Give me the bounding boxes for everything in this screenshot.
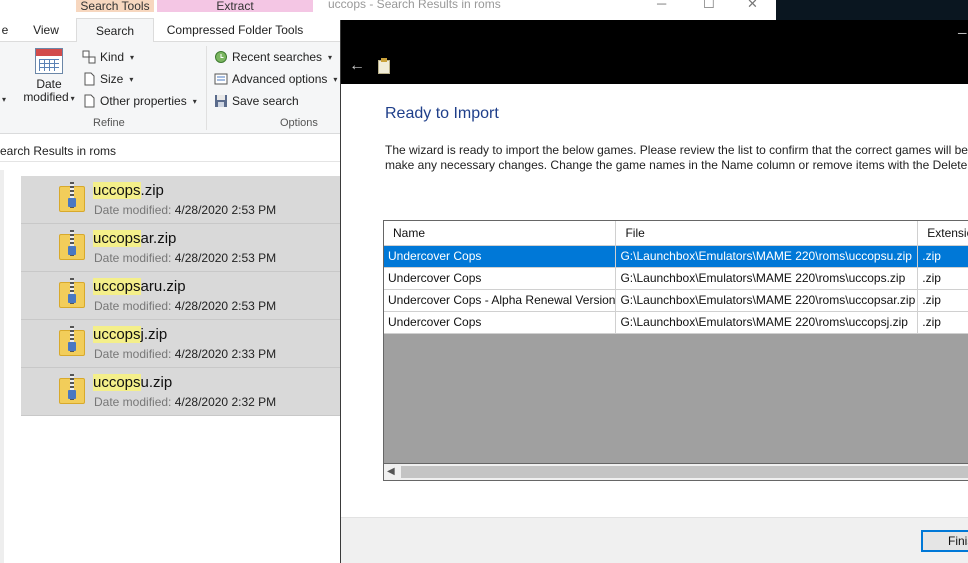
game-row[interactable]: Undercover Cops G:\Launchbox\Emulators\M…	[384, 267, 968, 290]
wizard-nav-bar: ←	[341, 53, 968, 83]
game-ext-cell[interactable]: .zip	[917, 245, 968, 268]
explorer-window-title: uccops - Search Results in roms	[328, 0, 501, 11]
other-properties-label: Other properties	[100, 94, 187, 108]
tab-compressed-folder-tools[interactable]: Compressed Folder Tools	[157, 18, 313, 42]
finish-button[interactable]: Finish	[921, 530, 968, 552]
column-header-file[interactable]: File	[615, 221, 919, 246]
wizard-description: The wizard is ready to import the below …	[385, 143, 968, 172]
game-name-cell[interactable]: Undercover Cops	[384, 245, 617, 268]
maximize-icon[interactable]: ☐	[703, 0, 715, 12]
game-file-cell[interactable]: G:\Launchbox\Emulators\MAME 220\roms\ucc…	[615, 267, 919, 290]
address-bar[interactable]: earch Results in roms	[0, 140, 340, 162]
wizard-footer: Finish	[341, 517, 968, 563]
tab-view[interactable]: View	[26, 18, 66, 42]
advanced-options-icon	[214, 73, 228, 85]
tab-search[interactable]: Search	[76, 18, 154, 43]
size-icon	[84, 72, 95, 86]
wizard-title: Ready to Import	[385, 105, 499, 122]
save-search-button[interactable]: Save search	[214, 94, 299, 108]
file-item[interactable]: uccopsaru.zip Date modified: 4/28/2020 2…	[21, 272, 351, 320]
refine-group-label: Refine	[93, 117, 125, 129]
ribbon-left-caret[interactable]: ▾	[0, 95, 6, 104]
extract-context-label: Extract	[157, 0, 313, 12]
recent-searches-button[interactable]: Recent searches ▾	[214, 50, 332, 64]
kind-button[interactable]: Kind ▾	[82, 50, 134, 64]
game-ext-cell[interactable]: .zip	[917, 311, 968, 334]
game-file-cell[interactable]: G:\Launchbox\Emulators\MAME 220\roms\ucc…	[615, 311, 919, 334]
file-name: uccopsaru.zip	[93, 278, 186, 295]
kind-icon	[82, 50, 96, 64]
other-properties-button[interactable]: Other properties ▾	[82, 94, 197, 108]
recent-searches-label: Recent searches	[232, 50, 323, 64]
scroll-left-icon[interactable]: ◀	[387, 464, 395, 480]
close-icon[interactable]: ✕	[747, 0, 758, 12]
date-modified-button[interactable]: Date modified ▾	[20, 48, 78, 105]
kind-label: Kind	[100, 50, 125, 64]
file-name: uccops.zip	[93, 182, 164, 199]
file-item[interactable]: uccopsj.zip Date modified: 4/28/2020 2:3…	[21, 320, 351, 368]
zip-folder-icon	[59, 230, 87, 262]
file-item[interactable]: uccopsu.zip Date modified: 4/28/2020 2:3…	[21, 368, 351, 416]
tab-home-partial[interactable]: e	[0, 18, 10, 42]
explorer-title-bar: Search Tools Extract uccops - Search Res…	[0, 0, 776, 18]
save-icon	[215, 95, 227, 107]
file-name: uccopsj.zip	[93, 326, 168, 343]
file-date-modified: Date modified: 4/28/2020 2:32 PM	[94, 395, 277, 409]
column-header-name[interactable]: Name	[384, 221, 617, 246]
grid-header-row: Name File Extensio	[384, 221, 968, 246]
size-label: Size	[100, 72, 124, 86]
advanced-options-button[interactable]: Advanced options ▾	[214, 72, 337, 86]
game-row[interactable]: Undercover Cops - Alpha Renewal Version …	[384, 289, 968, 312]
search-tools-context-label: Search Tools	[76, 0, 154, 12]
game-name-cell[interactable]: Undercover Cops	[384, 311, 617, 334]
recent-searches-icon	[215, 51, 227, 63]
calendar-icon	[35, 48, 63, 74]
advanced-options-label: Advanced options	[232, 72, 328, 86]
save-search-label: Save search	[232, 94, 299, 108]
game-file-cell[interactable]: G:\Launchbox\Emulators\MAME 220\roms\ucc…	[615, 245, 919, 268]
file-name: uccopsu.zip	[93, 374, 173, 391]
game-name-cell[interactable]: Undercover Cops	[384, 267, 617, 290]
wizard-header: ─ ←	[341, 20, 968, 84]
date-modified-label: Date modified	[23, 77, 69, 104]
ribbon-separator	[206, 46, 207, 130]
search-results-list: uccops.zip Date modified: 4/28/2020 2:53…	[21, 176, 351, 416]
file-date-modified: Date modified: 4/28/2020 2:33 PM	[94, 347, 277, 361]
zip-folder-icon	[59, 374, 87, 406]
games-grid: Name File Extensio Undercover Cops G:\La…	[383, 220, 968, 464]
zip-folder-icon	[59, 182, 87, 214]
zip-folder-icon	[59, 278, 87, 310]
game-row[interactable]: Undercover Cops G:\Launchbox\Emulators\M…	[384, 245, 968, 268]
minimize-icon[interactable]: ─	[657, 0, 666, 11]
file-item[interactable]: uccopsar.zip Date modified: 4/28/2020 2:…	[21, 224, 351, 272]
file-date-modified: Date modified: 4/28/2020 2:53 PM	[94, 251, 277, 265]
document-icon	[84, 94, 95, 108]
zip-folder-icon	[59, 326, 87, 358]
import-wizard-window: ─ ← Ready to Import The wizard is ready …	[340, 20, 968, 563]
column-header-extension[interactable]: Extensio	[917, 221, 968, 246]
file-item[interactable]: uccops.zip Date modified: 4/28/2020 2:53…	[21, 176, 351, 224]
clipboard-icon	[378, 58, 390, 74]
wizard-minimize-icon[interactable]: ─	[958, 26, 967, 40]
file-date-modified: Date modified: 4/28/2020 2:53 PM	[94, 203, 277, 217]
navigation-pane-edge	[0, 170, 4, 563]
game-ext-cell[interactable]: .zip	[917, 289, 968, 312]
background-window-strip	[776, 0, 968, 22]
file-date-modified: Date modified: 4/28/2020 2:53 PM	[94, 299, 277, 313]
grid-horizontal-scrollbar[interactable]: ◀	[383, 464, 968, 481]
file-name: uccopsar.zip	[93, 230, 177, 247]
game-ext-cell[interactable]: .zip	[917, 267, 968, 290]
back-arrow-icon[interactable]: ←	[349, 57, 365, 75]
scrollbar-thumb[interactable]	[401, 466, 968, 478]
game-file-cell[interactable]: G:\Launchbox\Emulators\MAME 220\roms\ucc…	[615, 289, 919, 312]
game-name-cell[interactable]: Undercover Cops - Alpha Renewal Version	[384, 289, 617, 312]
options-group-label: Options	[280, 117, 318, 129]
size-button[interactable]: Size ▾	[82, 72, 133, 86]
game-row[interactable]: Undercover Cops G:\Launchbox\Emulators\M…	[384, 311, 968, 334]
